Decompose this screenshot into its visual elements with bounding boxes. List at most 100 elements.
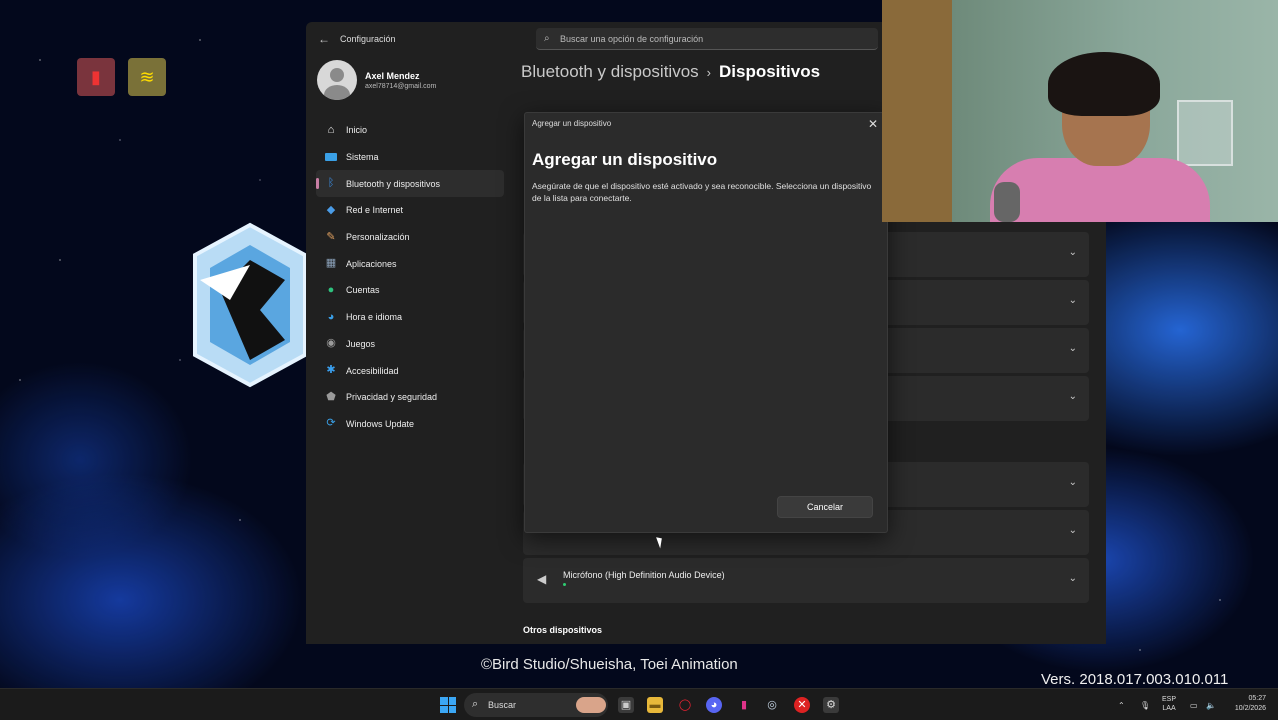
page-title: Dispositivos: [719, 62, 821, 81]
dialog-heading: Agregar un dispositivo: [532, 150, 718, 169]
sidebar-item-label: Aplicaciones: [346, 258, 397, 269]
microphone-tray-icon[interactable]: 🎙: [1140, 689, 1150, 720]
windows-start-icon[interactable]: [440, 697, 456, 713]
game-app-icon[interactable]: ✕: [794, 697, 810, 713]
sidebar-item-label: Juegos: [346, 338, 376, 349]
person-shirt: [990, 158, 1210, 222]
settings-gear-icon[interactable]: ⚙: [823, 697, 839, 713]
sidebar-item-bluetooth[interactable]: ᛒ Bluetooth y dispositivos: [316, 170, 504, 198]
keyboard-layout: LAA: [1162, 705, 1176, 712]
search-icon: ⌕: [472, 698, 479, 710]
chevron-down-icon[interactable]: ⌄: [1069, 477, 1077, 488]
network-tray-icon[interactable]: ▭: [1190, 689, 1198, 720]
add-device-dialog: Agregar un dispositivo ✕ Agregar un disp…: [524, 112, 888, 533]
tray-chevron-icon[interactable]: ⌃: [1118, 689, 1125, 720]
microphone-device-card[interactable]: ◀ Micrófono (High Definition Audio Devic…: [523, 558, 1089, 603]
task-view-icon[interactable]: ▣: [618, 697, 634, 713]
bluetooth-icon: ᛒ: [327, 177, 335, 190]
app-icon[interactable]: ▮: [736, 697, 752, 713]
copyright-text: ©Bird Studio/Shueisha, Toei Animation: [481, 656, 738, 673]
language-code: ESP: [1162, 696, 1177, 703]
time-language-icon: ◕: [327, 310, 335, 323]
sidebar-item-label: Cuentas: [346, 285, 380, 296]
apps-icon: ▦: [325, 257, 337, 270]
sidebar-item-label: Red e Internet: [346, 205, 404, 216]
taskbar-search[interactable]: ⌕ Buscar: [464, 693, 608, 717]
back-arrow-icon[interactable]: ←: [318, 32, 330, 46]
chevron-down-icon[interactable]: ⌄: [1069, 573, 1077, 584]
settings-search-input[interactable]: [560, 31, 860, 47]
wifi-desktop-icon[interactable]: ≋: [128, 58, 166, 96]
taskbar-search-label: Buscar: [488, 700, 517, 710]
sidebar-item-label: Windows Update: [346, 418, 415, 429]
sidebar-item-label: Privacidad y seguridad: [346, 392, 438, 403]
avatar[interactable]: [317, 60, 357, 100]
microphone-icon: [994, 182, 1020, 222]
language-indicator[interactable]: ESP LAA: [1162, 695, 1176, 713]
cancel-button[interactable]: Cancelar: [777, 496, 873, 518]
steam-icon[interactable]: ◎: [764, 697, 780, 713]
taskbar: ⌕ Buscar ▣ ▬ ◯ ◕ ▮ ◎ ✕ ⚙ ⌃ 🎙 ESP LAA ▭ 🔈…: [0, 688, 1278, 720]
sidebar-item-label: Hora e idioma: [346, 312, 403, 323]
capsule-corp-logo: [193, 222, 307, 388]
chevron-down-icon[interactable]: ⌄: [1069, 295, 1077, 306]
search-highlight-icon: [576, 697, 606, 713]
status-indicator: [563, 583, 566, 586]
version-text: Vers. 2018.017.003.010.011: [1041, 671, 1229, 688]
chevron-down-icon[interactable]: ⌄: [1069, 343, 1077, 354]
sidebar-item-label: Bluetooth y dispositivos: [346, 178, 441, 189]
sidebar-item-personalizacion[interactable]: ✎ Personalización: [316, 224, 504, 251]
breadcrumb: Bluetooth y dispositivos › Dispositivos: [521, 62, 820, 82]
opera-icon[interactable]: ◯: [677, 697, 693, 713]
network-icon: ◆: [326, 203, 336, 216]
settings-search-box[interactable]: ⌕: [536, 28, 878, 50]
gamepad-icon: ◉: [326, 337, 336, 350]
accessibility-icon: ✱: [326, 364, 336, 377]
sidebar-item-juegos[interactable]: ◉ Juegos: [316, 331, 504, 358]
background-shelf: [1177, 100, 1233, 166]
sidebar-item-red[interactable]: ◆ Red e Internet: [316, 197, 504, 224]
chevron-down-icon[interactable]: ⌄: [1069, 525, 1077, 536]
device-name: Micrófono (High Definition Audio Device): [563, 570, 725, 580]
speaker-icon: ◀: [537, 572, 547, 586]
webcam-overlay: [882, 0, 1278, 222]
dialog-description: Asegúrate de que el dispositivo esté act…: [532, 181, 872, 203]
sidebar-item-cuentas[interactable]: ● Cuentas: [316, 277, 504, 304]
sidebar-item-label: Accesibilidad: [346, 365, 399, 376]
desktop-app-icon[interactable]: ▮: [77, 58, 115, 96]
section-heading: Otros dispositivos: [523, 625, 603, 635]
sidebar-item-sistema[interactable]: Sistema: [316, 144, 504, 171]
sidebar-item-label: Sistema: [346, 152, 379, 163]
sidebar-item-label: Personalización: [346, 232, 410, 243]
sidebar-item-hora[interactable]: ◕ Hora e idioma: [316, 304, 504, 331]
update-icon: ⟳: [326, 417, 336, 430]
app-title: Configuración: [340, 34, 396, 44]
sidebar-item-aplicaciones[interactable]: ▦ Aplicaciones: [316, 250, 504, 277]
user-name: Axel Mendez: [365, 71, 420, 81]
sidebar-item-accesibilidad[interactable]: ✱ Accesibilidad: [316, 357, 504, 384]
user-email: axel78714@gmail.com: [365, 83, 437, 90]
search-icon: ⌕: [544, 33, 550, 44]
sidebar-item-privacidad[interactable]: ⬟ Privacidad y seguridad: [316, 384, 504, 411]
system-icon: [324, 150, 338, 164]
breadcrumb-separator: ›: [706, 65, 711, 80]
file-explorer-icon[interactable]: ▬: [647, 697, 663, 713]
discord-icon[interactable]: ◕: [706, 697, 722, 713]
close-icon[interactable]: ✕: [868, 117, 878, 131]
sidebar-item-windows-update[interactable]: ⟳ Windows Update: [316, 411, 504, 438]
shield-icon: ⬟: [326, 390, 336, 403]
sidebar-item-inicio[interactable]: ⌂ Inicio: [316, 117, 504, 144]
sidebar-item-label: Inicio: [346, 125, 368, 136]
breadcrumb-parent[interactable]: Bluetooth y dispositivos: [521, 62, 699, 81]
sidebar-nav: ⌂ Inicio Sistema ᛒ Bluetooth y dispositi…: [316, 117, 504, 437]
clock-time: 05:27: [1248, 695, 1266, 702]
chevron-down-icon[interactable]: ⌄: [1069, 391, 1077, 402]
clock-date: 10/2/2026: [1234, 705, 1266, 712]
brush-icon: ✎: [326, 230, 336, 243]
chevron-down-icon[interactable]: ⌄: [1069, 247, 1077, 258]
system-clock[interactable]: 05:27 10/2/2026: [1226, 694, 1266, 714]
person-hair: [1048, 52, 1160, 116]
dialog-titlebar: Agregar un dispositivo: [532, 119, 612, 128]
home-icon: ⌂: [327, 123, 335, 136]
volume-icon[interactable]: 🔈: [1206, 689, 1216, 720]
